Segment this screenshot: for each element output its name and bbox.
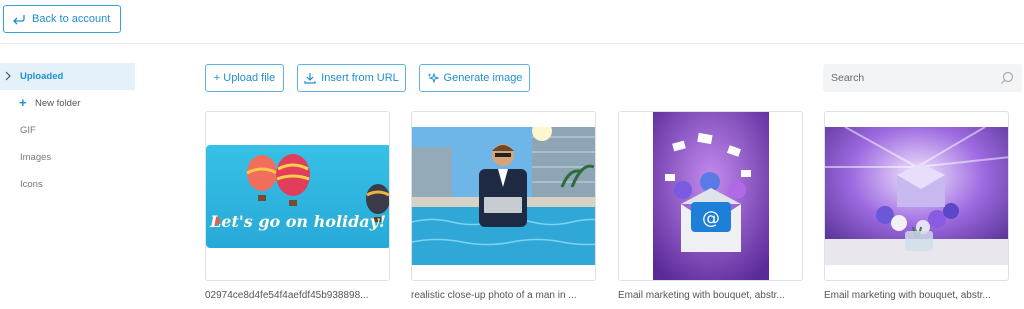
folder-sidebar: Uploaded + New folder GIF Images Icons [0,63,135,198]
sidebar-item-label: Icons [20,179,43,190]
back-button-label: Back to account [32,13,111,25]
generate-image-label: Generate image [443,72,523,84]
plus-icon: + [19,95,27,110]
insert-from-url-label: Insert from URL [321,72,399,84]
file-name: realistic close-up photo of a man in ... [411,290,577,301]
sidebar-item-label: Uploaded [20,71,64,82]
upload-file-label: + Upload file [213,72,276,84]
search-icon[interactable] [1000,71,1014,85]
file-card[interactable]: Let's go on holiday! [205,111,390,281]
file-thumbnail [825,127,1008,265]
sidebar-item-gif[interactable]: GIF [0,117,135,144]
sparkle-icon [427,72,439,84]
sidebar-item-images[interactable]: Images [0,144,135,171]
sidebar-item-uploaded[interactable]: Uploaded [0,63,135,90]
back-to-account-button[interactable]: Back to account [3,5,122,33]
sidebar-item-icons[interactable]: Icons [0,171,135,198]
sidebar-item-label: New folder [35,98,81,109]
file-thumbnail: @ [653,112,769,280]
new-folder-button[interactable]: + New folder [0,90,135,117]
image-caption-text: Let's go on holiday! [209,212,386,231]
insert-from-url-button[interactable]: Insert from URL [297,64,406,92]
sidebar-item-label: GIF [20,125,36,136]
file-card[interactable]: @ [618,111,803,281]
search-input[interactable] [823,72,983,84]
search-box[interactable] [823,64,1022,92]
file-name: 02974ce8d4fe54f4aefdf45b938898... [205,290,369,301]
upload-file-button[interactable]: + Upload file [205,64,284,92]
generate-image-button[interactable]: Generate image [419,64,530,92]
svg-text:@: @ [702,208,720,229]
file-card[interactable] [411,111,596,281]
download-icon [304,73,316,84]
file-thumbnail [412,127,595,265]
file-thumbnail: Let's go on holiday! [206,145,389,248]
file-name: Email marketing with bouquet, abstr... [618,290,785,301]
file-card[interactable] [824,111,1009,281]
back-arrow-icon [13,15,25,25]
top-bar: Back to account [0,0,1024,44]
chevron-right-icon[interactable] [4,71,12,81]
file-name: Email marketing with bouquet, abstr... [824,290,991,301]
sidebar-item-label: Images [20,152,52,163]
